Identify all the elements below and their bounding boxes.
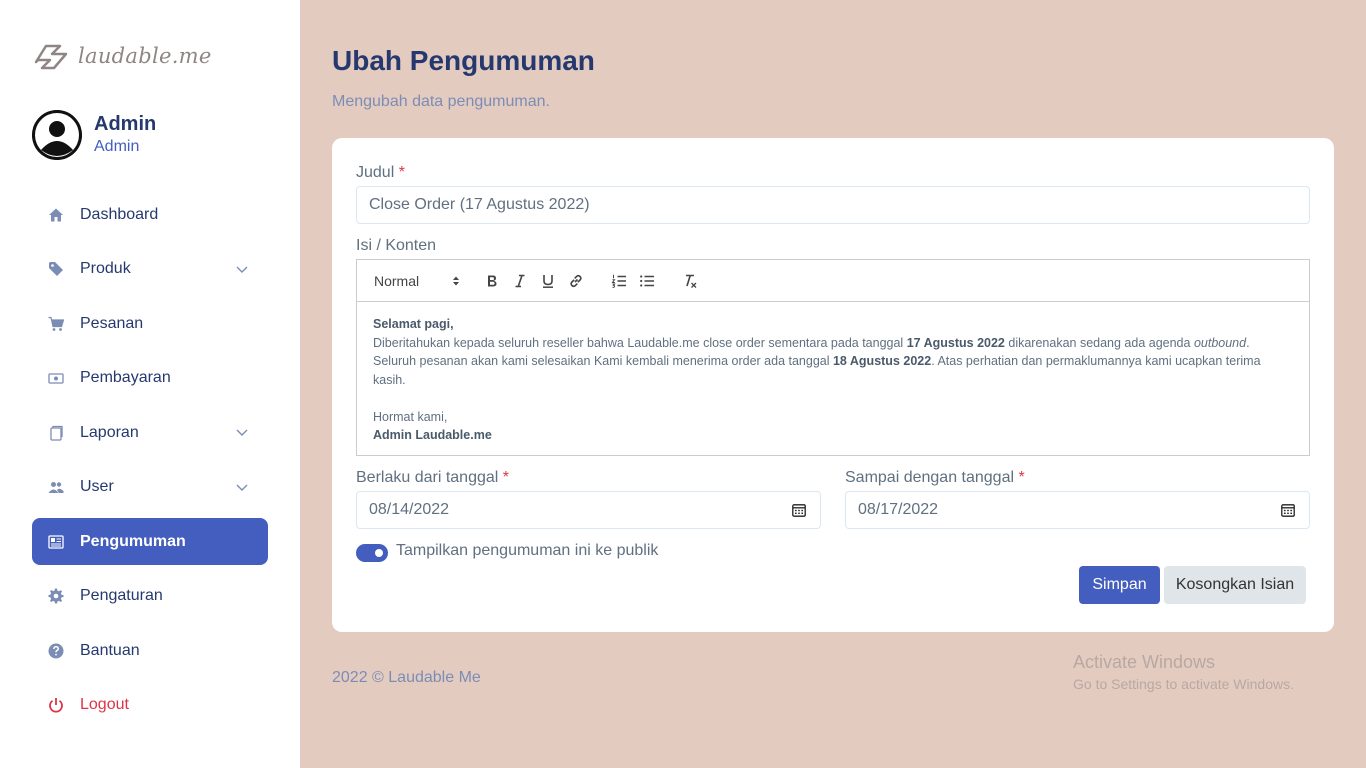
sidebar-item-label: Laporan <box>80 423 139 441</box>
tag-icon <box>49 262 63 276</box>
editor-paragraph: Diberitahukan kepada seluruh reseller ba… <box>373 335 1261 387</box>
save-button[interactable]: Simpan <box>1079 566 1160 604</box>
user-avatar-icon <box>32 110 82 160</box>
profile-name: Admin <box>94 113 157 135</box>
start-date-label: Berlaku dari tanggal * <box>356 469 509 486</box>
sidebar-item-label: Logout <box>80 696 129 713</box>
sidebar: laudable.me Admin Admin Dashboard Produk <box>0 0 300 768</box>
clear-format-icon <box>686 274 697 288</box>
underline-icon <box>543 275 553 288</box>
bold-icon <box>488 275 497 287</box>
editor-signature: Admin Laudable.me <box>373 428 492 442</box>
question-icon <box>48 643 64 658</box>
italic-button[interactable] <box>511 272 529 290</box>
page-title: Ubah Pengumuman <box>332 45 595 76</box>
chevron-down-icon <box>236 484 248 491</box>
sidebar-item-laporan[interactable]: Laporan <box>32 409 268 456</box>
sidebar-item-user[interactable]: User <box>32 464 268 511</box>
main-content: Ubah Pengumuman Mengubah data pengumuman… <box>300 0 1366 768</box>
chevron-down-icon <box>236 429 248 436</box>
link-button[interactable] <box>567 272 585 290</box>
italic-icon <box>515 274 525 288</box>
announcement-form-card: Judul * Close Order (17 Agustus 2022) Is… <box>332 138 1334 632</box>
page-subtitle: Mengubah data pengumuman. <box>332 93 550 110</box>
sidebar-item-label: Pembayaran <box>80 369 171 386</box>
cart-icon <box>48 316 64 331</box>
editor-closing: Hormat kami, <box>373 409 448 424</box>
sidebar-menu: Dashboard Produk Pesanan Pembayaran Lapo… <box>32 191 268 736</box>
editor-toolbar: Normal <box>357 260 1309 302</box>
chevron-down-icon <box>236 266 248 273</box>
sidebar-item-bantuan[interactable]: Bantuan <box>32 627 268 674</box>
sidebar-item-dashboard[interactable]: Dashboard <box>32 191 268 238</box>
sidebar-item-pengumuman[interactable]: Pengumuman <box>32 518 268 565</box>
required-mark: * <box>1018 469 1025 486</box>
sidebar-item-produk[interactable]: Produk <box>32 246 268 293</box>
start-date-input[interactable]: 08/14/2022 <box>356 491 821 529</box>
document-icon <box>50 425 63 441</box>
sidebar-item-label: Produk <box>80 260 131 277</box>
public-toggle-switch[interactable] <box>356 544 388 562</box>
ordered-list-button[interactable] <box>610 272 628 290</box>
format-select[interactable]: Normal <box>374 272 460 290</box>
logo-text: laudable.me <box>78 44 212 68</box>
content-label: Isi / Konten <box>356 237 437 254</box>
bold-button[interactable] <box>483 272 501 290</box>
footer-copyright: 2022 © Laudable Me <box>332 669 481 686</box>
user-profile: Admin Admin <box>32 110 156 160</box>
title-input[interactable]: Close Order (17 Agustus 2022) <box>356 186 1310 224</box>
logo-mark-icon <box>34 44 68 70</box>
calendar-icon[interactable] <box>1281 503 1295 517</box>
sidebar-item-pesanan[interactable]: Pesanan <box>32 300 268 347</box>
sidebar-item-logout[interactable]: Logout <box>32 682 268 729</box>
gear-icon <box>48 588 64 604</box>
sidebar-item-label: Pesanan <box>80 314 144 332</box>
home-icon <box>49 208 63 221</box>
windows-activation-watermark: Activate Windows Go to Settings to activ… <box>1073 652 1294 692</box>
sidebar-item-label: Pengumuman <box>80 532 186 550</box>
brand-logo[interactable]: laudable.me <box>32 40 212 72</box>
editor-greeting: Selamat pagi, <box>373 317 454 331</box>
sidebar-item-label: User <box>80 478 114 495</box>
editor-content[interactable]: Selamat pagi, Diberitahukan kepada selur… <box>357 302 1309 458</box>
public-toggle-label: Tampilkan pengumuman ini ke publik <box>396 542 659 559</box>
select-arrows-icon <box>453 276 459 286</box>
reset-button[interactable]: Kosongkan Isian <box>1164 566 1306 604</box>
rich-text-editor: Normal Selamat pagi, Diberitahukan kepad… <box>356 259 1310 456</box>
bullet-list-button[interactable] <box>638 272 656 290</box>
profile-role: Admin <box>94 138 140 155</box>
sidebar-item-label: Bantuan <box>80 641 140 659</box>
ordered-list-icon <box>611 274 626 288</box>
avatar <box>32 110 82 160</box>
sidebar-item-label: Dashboard <box>80 205 159 223</box>
sidebar-item-pembayaran[interactable]: Pembayaran <box>32 355 268 402</box>
underline-button[interactable] <box>539 272 557 290</box>
end-date-label: Sampai dengan tanggal * <box>845 469 1025 486</box>
sidebar-item-pengaturan[interactable]: Pengaturan <box>32 573 268 620</box>
newspaper-icon <box>48 534 64 549</box>
bullet-list-icon <box>640 275 654 287</box>
end-date-input[interactable]: 08/17/2022 <box>845 491 1310 529</box>
users-icon <box>48 482 64 493</box>
clear-format-button[interactable] <box>681 272 699 290</box>
cash-icon <box>48 373 64 384</box>
required-mark: * <box>398 164 405 181</box>
title-label: Judul * <box>356 164 405 181</box>
power-icon <box>49 698 63 713</box>
calendar-icon[interactable] <box>792 503 806 517</box>
required-mark: * <box>502 469 509 486</box>
sidebar-item-label: Pengaturan <box>80 587 163 604</box>
link-icon <box>570 274 582 288</box>
